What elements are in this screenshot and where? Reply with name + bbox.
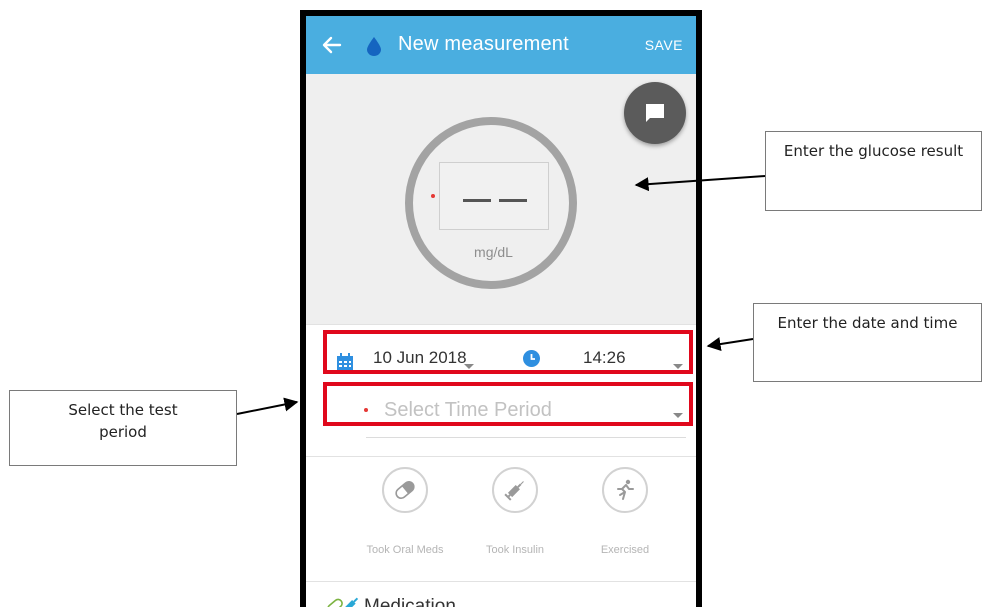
arrow-to-date-time (706, 337, 754, 351)
glucose-callout: Enter the glucose result (765, 131, 982, 211)
arrow-to-period (236, 397, 299, 415)
period-callout: Select the test period (9, 390, 237, 466)
date-time-callout: Enter the date and time (753, 303, 982, 382)
arrow-to-glucose (634, 175, 766, 192)
